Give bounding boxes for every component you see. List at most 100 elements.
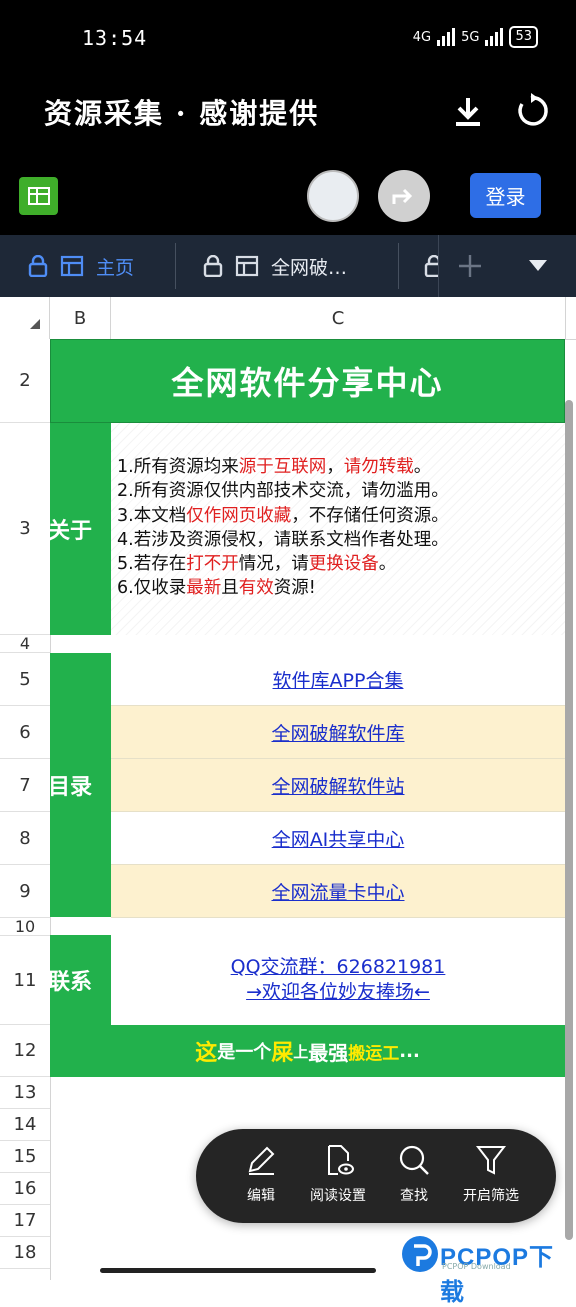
sheet-tab-bar: 主页 全网破… <box>0 235 576 297</box>
about-label-cell[interactable]: 关于 <box>48 423 111 635</box>
row-header[interactable]: 17 <box>0 1205 50 1237</box>
read-settings-label: 阅读设置 <box>310 1188 366 1204</box>
filter-icon <box>475 1146 507 1175</box>
network-4g-label: 4G <box>412 29 432 45</box>
status-icons: 4G 5G 53 <box>413 26 538 48</box>
table-icon <box>60 255 84 277</box>
row-header[interactable]: 3 <box>0 423 50 635</box>
contact-cell[interactable]: QQ交流群：626821981 →欢迎各位妙友捧场← <box>111 935 565 1025</box>
contact-label-cell[interactable]: 联系 <box>48 935 111 1025</box>
menu-label-cell[interactable]: 目录 <box>48 653 111 917</box>
about-text-span: 情况，请 <box>238 554 309 575</box>
share-button[interactable] <box>378 170 430 222</box>
row-header[interactable]: 18 <box>0 1237 50 1269</box>
select-all-corner[interactable] <box>0 297 50 339</box>
chevron-down-icon <box>529 260 547 271</box>
about-text-span: 仅作网页收藏 <box>186 505 292 526</box>
row-header[interactable]: 15 <box>0 1141 50 1173</box>
row-header[interactable]: 2 <box>0 339 50 423</box>
network-5g-label: 5G <box>461 29 480 45</box>
about-text-cell[interactable]: 1.所有资源均来源于互联网，请勿转载。 2.所有资源仅供内部技术交流，请勿滥用。 3… <box>111 423 565 635</box>
floating-toolbar: 编辑 阅读设置 查找 开启筛选 <box>196 1129 556 1223</box>
about-text-span: 源于互联网 <box>238 457 327 477</box>
search-icon <box>399 1145 429 1175</box>
find-button[interactable]: 查找 <box>374 1143 454 1205</box>
app-header: 13:54 4G 5G 53 资源采集 · 感谢提供 登录 <box>0 0 576 235</box>
tab-sheet-2[interactable]: 全网破… <box>203 235 347 297</box>
about-text-span: 且 <box>221 578 239 599</box>
about-line: 2.所有资源仅供内部技术交流，请勿滥用。 <box>117 479 565 503</box>
link-app-collection[interactable]: 软件库APP合集 <box>273 666 404 693</box>
row-header[interactable]: 9 <box>0 865 50 918</box>
tab-label: 主页 <box>96 256 135 279</box>
about-line: 3.本文档仅作网页收藏，不存储任何资源。 <box>117 504 565 528</box>
row-header[interactable]: 10 <box>0 917 50 936</box>
link-data-card-center[interactable]: 全网流量卡中心 <box>271 878 404 905</box>
share-icon <box>392 188 413 204</box>
login-button[interactable]: 登录 <box>470 173 541 218</box>
row-header[interactable]: 14 <box>0 1109 50 1141</box>
sheet-app-icon[interactable] <box>19 177 58 215</box>
about-text-span: 更换设备 <box>308 554 379 575</box>
avatar[interactable] <box>307 170 359 222</box>
tab-divider <box>398 243 399 289</box>
link-software-site[interactable]: 全网破解软件站 <box>271 772 404 799</box>
link-software-library[interactable]: 全网破解软件库 <box>271 719 404 746</box>
vertical-scrollbar[interactable] <box>565 400 573 1240</box>
read-settings-button[interactable]: 阅读设置 <box>298 1143 378 1205</box>
about-text-span: 资源! <box>273 578 316 599</box>
link-cell[interactable]: 软件库APP合集 <box>111 653 565 706</box>
footer-slogan-cell[interactable]: 这 是一个 屎 上 最强 搬运工 ... <box>50 1025 565 1077</box>
about-text-span: ， <box>326 457 344 477</box>
tab-home[interactable]: 主页 <box>28 235 134 297</box>
about-line: 4.若涉及资源侵权，请联系文档作者处理。 <box>117 528 565 552</box>
link-ai-center[interactable]: 全网AI共享中心 <box>272 825 405 852</box>
row-header-bar: 2 3 4 5 6 7 8 9 10 11 12 13 14 15 16 17 … <box>0 339 51 1280</box>
about-text-span: 最新 <box>186 578 222 599</box>
slogan-part: 屎 <box>271 1041 294 1066</box>
about-text-span: 1.所有资源均来 <box>117 457 239 477</box>
download-icon[interactable] <box>450 94 486 130</box>
row-header[interactable]: 12 <box>0 1025 50 1077</box>
document-title: 资源采集 · 感谢提供 <box>44 97 320 130</box>
row-header[interactable]: 4 <box>0 634 50 653</box>
row-header[interactable]: 6 <box>0 706 50 759</box>
slogan-part: ... <box>399 1040 420 1062</box>
about-text-span: 有效 <box>238 578 274 599</box>
welcome-link[interactable]: →欢迎各位妙友捧场← <box>246 980 430 1005</box>
filter-button[interactable]: 开启筛选 <box>451 1143 531 1205</box>
document-eye-icon <box>328 1145 354 1175</box>
sheet-title-cell[interactable]: 全网软件分享中心 <box>50 339 565 423</box>
column-header-c[interactable]: C <box>111 297 566 339</box>
row-header[interactable]: 5 <box>0 653 50 706</box>
plus-icon <box>459 255 481 277</box>
slogan-part: 最强 <box>308 1040 349 1065</box>
link-cell[interactable]: 全网破解软件站 <box>111 759 565 812</box>
add-tab-button[interactable] <box>438 235 501 297</box>
row-header[interactable]: 13 <box>0 1077 50 1109</box>
edit-button[interactable]: 编辑 <box>221 1143 301 1205</box>
table-icon <box>235 255 259 277</box>
tab-menu-button[interactable] <box>500 235 576 297</box>
link-cell[interactable]: 全网破解软件库 <box>111 706 565 759</box>
row-header[interactable]: 11 <box>0 936 50 1025</box>
row-header[interactable]: 7 <box>0 759 50 812</box>
about-text-span: 5.若存在 <box>117 554 187 575</box>
menu-label: 目录 <box>48 775 93 800</box>
row-header[interactable]: 8 <box>0 812 50 865</box>
link-cell[interactable]: 全网AI共享中心 <box>111 812 565 865</box>
link-cell[interactable]: 全网流量卡中心 <box>111 865 565 918</box>
signal-icon <box>437 28 456 46</box>
contact-label: 联系 <box>48 970 93 995</box>
refresh-icon[interactable] <box>512 92 550 130</box>
qq-group-link[interactable]: QQ交流群：626821981 <box>231 955 446 980</box>
home-indicator[interactable] <box>100 1268 376 1273</box>
row-header[interactable]: 16 <box>0 1173 50 1205</box>
column-header-b[interactable]: B <box>50 297 111 339</box>
about-text-span: 打不开 <box>186 554 239 575</box>
about-text-span: ，不存储任何资源。 <box>291 505 449 526</box>
pencil-icon <box>248 1146 275 1175</box>
about-text-span: 6.仅收录 <box>117 578 187 599</box>
watermark-text: PCPOP下载 <box>440 1244 555 1306</box>
about-text-span: 请勿转载 <box>343 457 414 477</box>
